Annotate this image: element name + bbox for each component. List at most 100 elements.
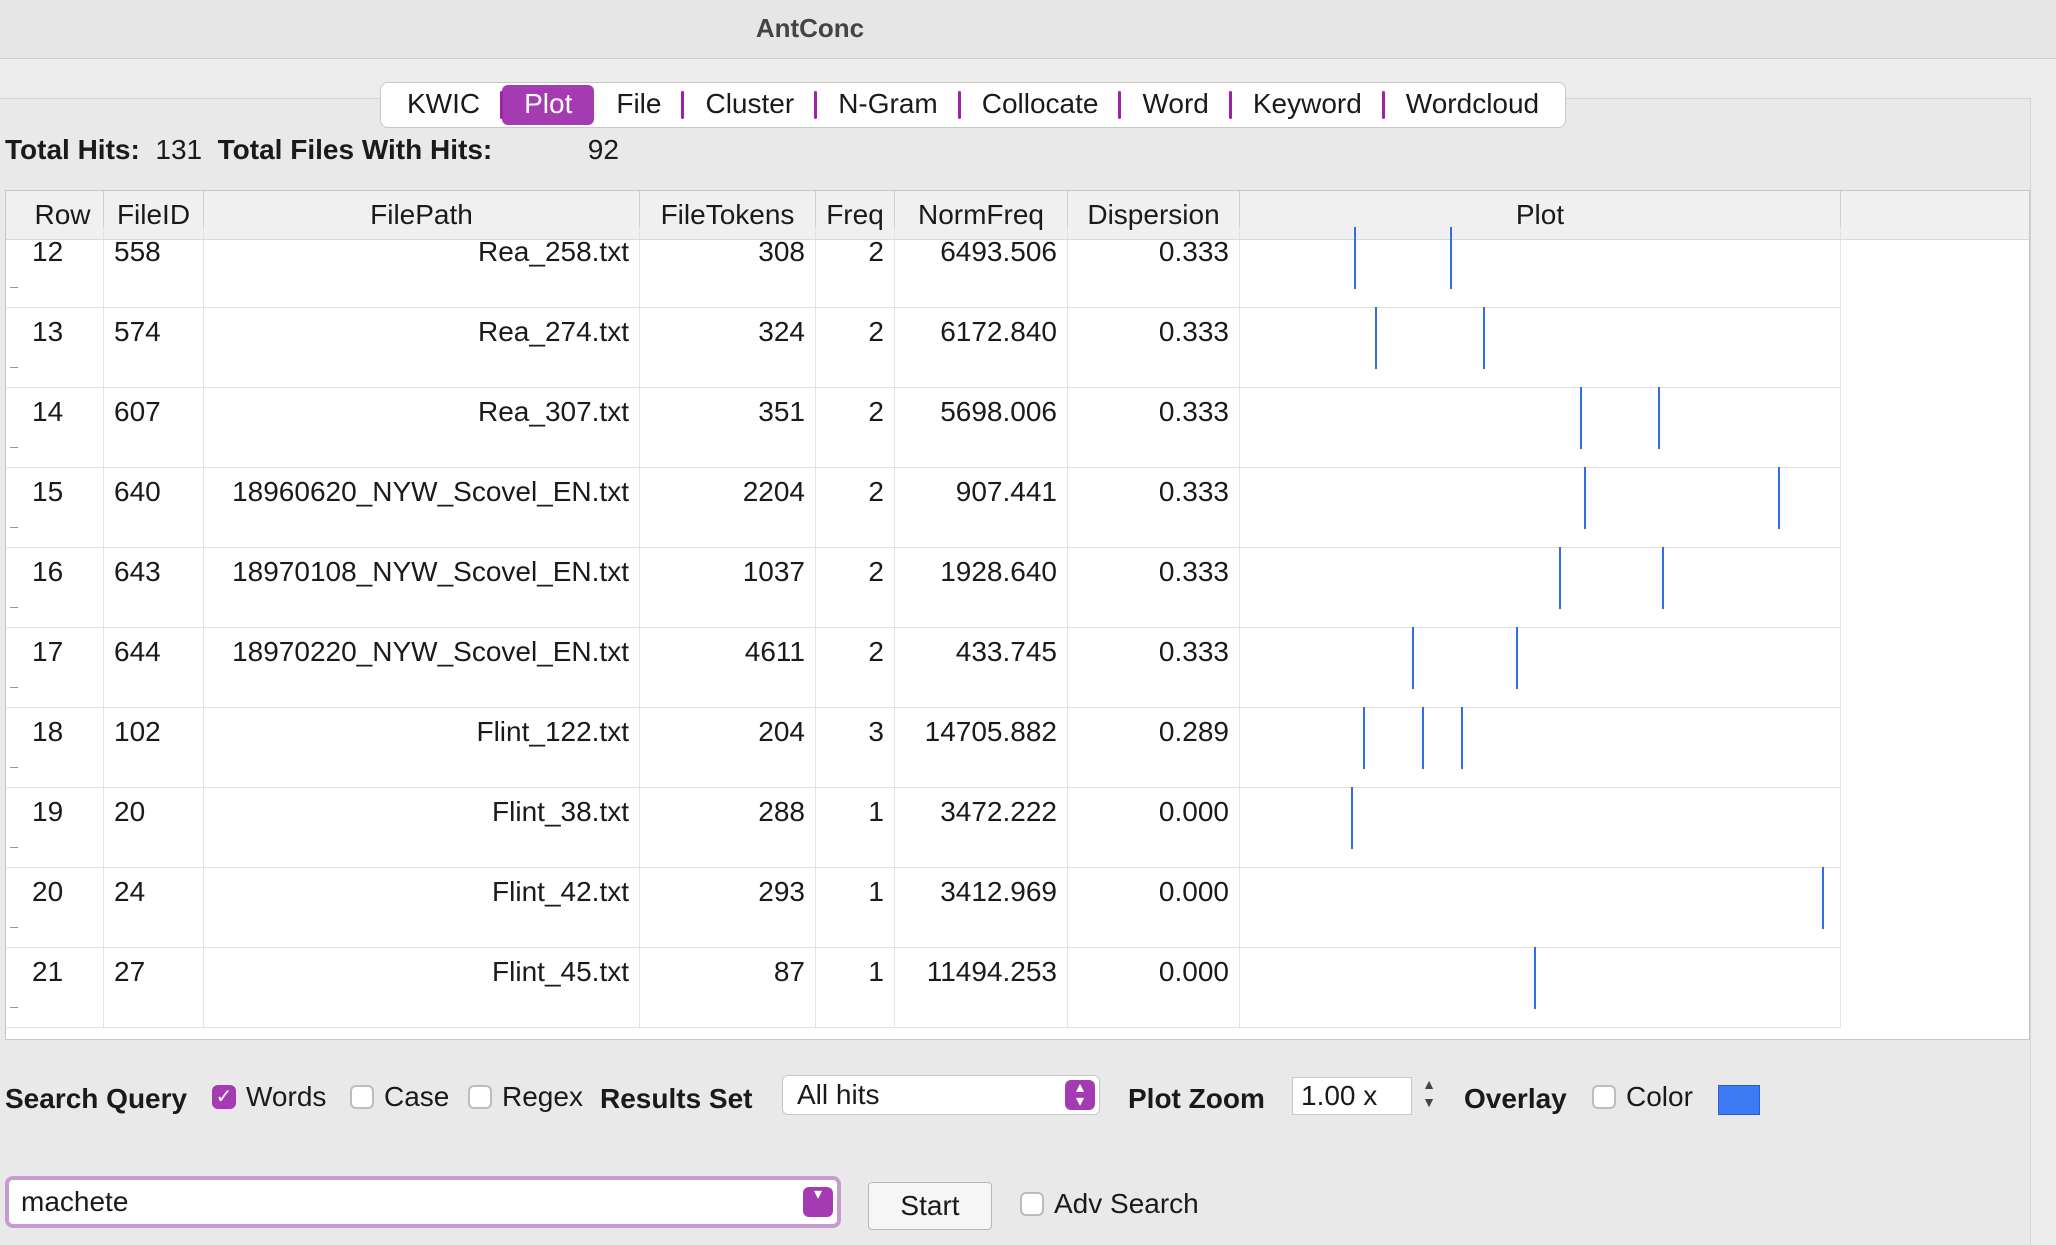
table-row[interactable]: 12 558 Rea_258.txt 308 2 6493.506 0.333	[6, 227, 1841, 308]
adv-search-checkbox[interactable]: Adv Search	[1020, 1188, 1199, 1220]
color-label: Color	[1626, 1081, 1693, 1112]
hit-marker	[1363, 707, 1365, 769]
cell-row: 21	[22, 947, 104, 1027]
hit-marker	[1658, 387, 1660, 449]
hit-marker	[1351, 787, 1353, 849]
cell-tokens: 87	[640, 947, 816, 1027]
results-set-label: Results Set	[600, 1083, 753, 1114]
plot-cell	[1240, 707, 1841, 787]
cell-fileid: 102	[104, 707, 204, 787]
case-checkbox[interactable]: Case	[350, 1081, 449, 1113]
cell-disp: 0.289	[1068, 707, 1240, 787]
cell-fileid: 20	[104, 787, 204, 867]
cell-row: 16	[22, 547, 104, 627]
cell-disp: 0.333	[1068, 627, 1240, 707]
plot-cell	[1240, 627, 1841, 707]
plot-cell	[1240, 787, 1841, 867]
overlay-color-swatch[interactable]	[1718, 1085, 1760, 1115]
updown-arrows-icon: ▴ ▾	[1065, 1080, 1095, 1110]
hit-marker	[1461, 707, 1463, 769]
table-row[interactable]: 19 20 Flint_38.txt 288 1 3472.222 0.000	[6, 787, 1841, 868]
checkbox-box-icon	[1020, 1192, 1044, 1216]
plot-cell	[1240, 867, 1841, 947]
regex-checkbox[interactable]: Regex	[468, 1081, 583, 1113]
tab-word[interactable]: Word	[1118, 85, 1230, 125]
row-marker	[10, 687, 18, 688]
results-set-value: All hits	[797, 1079, 880, 1110]
hit-marker	[1580, 387, 1582, 449]
hit-marker	[1662, 547, 1664, 609]
cell-row: 15	[22, 467, 104, 547]
cell-tokens: 324	[640, 307, 816, 387]
chevron-up-icon[interactable]: ▲	[1422, 1076, 1436, 1092]
table-row[interactable]: 14 607 Rea_307.txt 351 2 5698.006 0.333	[6, 387, 1841, 468]
cell-fileid: 643	[104, 547, 204, 627]
row-marker	[10, 287, 18, 288]
search-query-input[interactable]: machete ▾	[5, 1176, 841, 1228]
cell-freq: 1	[816, 787, 895, 867]
plot-cell	[1240, 307, 1841, 387]
cell-disp: 0.333	[1068, 387, 1240, 467]
cell-freq: 1	[816, 947, 895, 1027]
results-set-select[interactable]: All hits ▴ ▾	[782, 1075, 1100, 1115]
tab-collocate[interactable]: Collocate	[957, 85, 1121, 125]
total-files-value: 92	[587, 134, 619, 165]
color-checkbox[interactable]: Color	[1592, 1081, 1693, 1113]
hit-marker	[1354, 227, 1356, 289]
words-checkbox[interactable]: ✓ Words	[212, 1081, 326, 1113]
hit-marker	[1559, 547, 1561, 609]
plot-cell	[1240, 467, 1841, 547]
tab-kwic[interactable]: KWIC	[385, 85, 502, 125]
words-label: Words	[246, 1081, 327, 1112]
total-hits-value: 131	[155, 134, 203, 165]
hit-marker	[1822, 867, 1824, 929]
hit-marker	[1375, 307, 1377, 369]
chevron-down-icon[interactable]: ▼	[1422, 1094, 1436, 1110]
table-row[interactable]: 21 27 Flint_45.txt 87 1 11494.253 0.000	[6, 947, 1841, 1028]
tab-cluster[interactable]: Cluster	[681, 85, 816, 125]
tab-plot[interactable]: Plot	[500, 85, 595, 125]
cell-row: 17	[22, 627, 104, 707]
cell-path: 18970108_NYW_Scovel_EN.txt	[204, 547, 640, 627]
table-row[interactable]: 20 24 Flint_42.txt 293 1 3412.969 0.000	[6, 867, 1841, 948]
cell-norm: 3472.222	[895, 787, 1068, 867]
plot-zoom-input[interactable]: 1.00 x	[1292, 1077, 1412, 1115]
checkbox-box-icon	[350, 1085, 374, 1109]
hit-marker	[1516, 627, 1518, 689]
tab-wordcloud[interactable]: Wordcloud	[1381, 85, 1561, 125]
cell-path: Flint_42.txt	[204, 867, 640, 947]
table-row[interactable]: 18 102 Flint_122.txt 204 3 14705.882 0.289	[6, 707, 1841, 788]
cell-fileid: 640	[104, 467, 204, 547]
start-button[interactable]: Start	[868, 1182, 992, 1230]
cell-disp: 0.000	[1068, 867, 1240, 947]
hit-stats: Total Hits: 131 Total Files With Hits: 9…	[5, 134, 619, 166]
cell-norm: 14705.882	[895, 707, 1068, 787]
window-title: AntConc	[755, 13, 865, 43]
results-table[interactable]: Row FileID FilePath FileTokens Freq NormFreq D…	[5, 190, 2030, 1040]
chevron-down-icon[interactable]: ▾	[803, 1187, 833, 1217]
tab-n-gram[interactable]: N-Gram	[814, 85, 960, 125]
hit-marker	[1483, 307, 1485, 369]
tab-file[interactable]: File	[594, 85, 683, 125]
cell-tokens: 308	[640, 227, 816, 307]
plot-cell	[1240, 387, 1841, 467]
cell-freq: 3	[816, 707, 895, 787]
table-row[interactable]: 17 644 18970220_NYW_Scovel_EN.txt 4611 2 433.…	[6, 627, 1841, 708]
adv-search-label: Adv Search	[1054, 1188, 1199, 1219]
hit-marker	[1584, 467, 1586, 529]
cell-freq: 2	[816, 547, 895, 627]
cell-norm: 6172.840	[895, 307, 1068, 387]
cell-tokens: 1037	[640, 547, 816, 627]
table-row[interactable]: 16 643 18970108_NYW_Scovel_EN.txt 1037 2 1928…	[6, 547, 1841, 628]
plot-zoom-stepper[interactable]: ▲ ▼	[1418, 1075, 1440, 1115]
tab-keyword[interactable]: Keyword	[1228, 85, 1384, 125]
cell-norm: 1928.640	[895, 547, 1068, 627]
cell-row: 14	[22, 387, 104, 467]
cell-norm: 907.441	[895, 467, 1068, 547]
cell-disp: 0.000	[1068, 787, 1240, 867]
cell-row: 18	[22, 707, 104, 787]
table-row[interactable]: 13 574 Rea_274.txt 324 2 6172.840 0.333	[6, 307, 1841, 388]
table-row[interactable]: 15 640 18960620_NYW_Scovel_EN.txt 2204 2 907.…	[6, 467, 1841, 548]
cell-tokens: 204	[640, 707, 816, 787]
checkbox-box-icon	[468, 1085, 492, 1109]
